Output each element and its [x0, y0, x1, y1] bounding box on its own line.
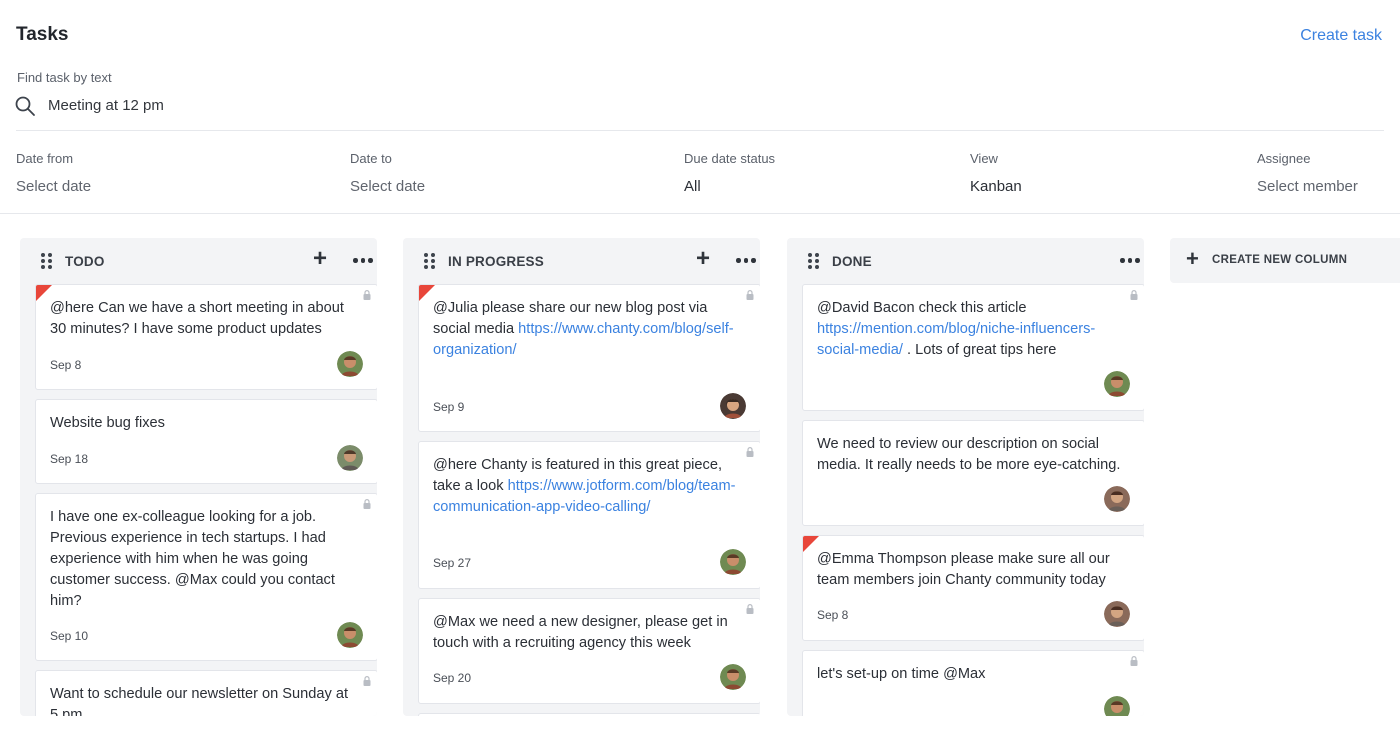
task-due-date: Sep 8 [817, 608, 849, 622]
assignee-avatar[interactable] [720, 664, 746, 690]
filter-view[interactable]: View Kanban [970, 151, 1022, 195]
more-options-icon[interactable] [1118, 250, 1142, 270]
task-text: Want to schedule our newsletter on Sunda… [50, 686, 348, 716]
task-text: @Emma Thompson please make sure all our … [817, 551, 1110, 588]
task-due-date: Sep 8 [50, 358, 82, 372]
due-date-status-select[interactable]: All [684, 178, 775, 195]
task-text: Website bug fixes [50, 415, 165, 431]
plus-icon: + [1186, 246, 1199, 271]
assignee-avatar[interactable] [720, 393, 746, 419]
filter-label: Assignee [1257, 151, 1311, 166]
kanban-board: TODO + @here Can we have a short meeting… [0, 214, 1400, 743]
column-in-progress: IN PROGRESS + @Julia please share our ne… [403, 238, 760, 716]
lock-icon [363, 676, 371, 686]
task-text: We need to review our description on soc… [817, 436, 1121, 473]
task-card[interactable]: let's set-up on time @Max [802, 650, 1144, 716]
task-text: @Julia please share our new blog post vi… [433, 300, 734, 358]
task-due-date: Sep 20 [433, 671, 472, 685]
more-options-icon[interactable] [351, 250, 375, 270]
lock-icon [363, 290, 371, 300]
task-card[interactable]: Want to schedule our newsletter on Sunda… [35, 670, 377, 716]
lock-icon [1130, 656, 1138, 666]
filter-label: Date to [350, 151, 392, 166]
add-task-button[interactable]: + [692, 247, 714, 271]
lock-icon [1130, 290, 1138, 300]
column-done: DONE @David Bacon check this article htt… [787, 238, 1144, 716]
assignee-avatar[interactable] [1104, 696, 1130, 716]
tasks-header: Tasks Create task Find task by text Meet… [0, 0, 1400, 214]
task-text: @here Chanty is featured in this great p… [433, 457, 736, 515]
column-header: IN PROGRESS + [403, 238, 760, 284]
filter-assignee[interactable]: Assignee Select member [1257, 151, 1358, 195]
create-new-column-label: CREATE NEW COLUMN [1212, 254, 1348, 266]
task-due-date: Sep 27 [433, 556, 472, 570]
task-card[interactable]: I have one ex-colleague looking for a jo… [35, 493, 377, 661]
search-label: Find task by text [17, 70, 112, 85]
lock-icon [363, 499, 371, 509]
task-card[interactable]: @here Chanty is featured in this great p… [418, 441, 760, 589]
task-card[interactable]: @here Can we have a short meeting in abo… [35, 284, 377, 390]
task-card[interactable]: @Max we need a new designer, please get … [418, 598, 760, 704]
task-text: let's set-up on time @Max [817, 666, 986, 682]
column-header: DONE [787, 238, 1144, 284]
add-task-button[interactable]: + [309, 247, 331, 271]
assignee-avatar[interactable] [337, 351, 363, 377]
filter-date-to[interactable]: Date to Select date [350, 151, 425, 195]
assignee-avatar[interactable] [1104, 371, 1130, 397]
filter-due-date-status[interactable]: Due date status All [684, 151, 775, 195]
task-due-date: Sep 10 [50, 629, 89, 643]
task-card[interactable]: @Julia please share our new blog post vi… [418, 284, 760, 432]
task-card[interactable]: We need to review our description on soc… [802, 420, 1144, 526]
assignee-select[interactable]: Select member [1257, 178, 1358, 195]
task-card[interactable] [418, 713, 760, 716]
column-header: TODO + [20, 238, 377, 284]
column-title: TODO [65, 254, 105, 269]
date-to-select[interactable]: Select date [350, 178, 425, 195]
assignee-avatar[interactable] [337, 445, 363, 471]
task-due-date: Sep 9 [433, 400, 465, 414]
filter-label: View [970, 151, 998, 166]
task-text: @Max we need a new designer, please get … [433, 614, 728, 651]
search-input[interactable]: Meeting at 12 pm [48, 97, 164, 114]
lock-icon [746, 290, 754, 300]
filter-date-from[interactable]: Date from Select date [16, 151, 91, 195]
date-from-select[interactable]: Select date [16, 178, 91, 195]
drag-handle-icon[interactable] [424, 253, 436, 269]
create-new-column-button[interactable]: + CREATE NEW COLUMN [1170, 238, 1400, 283]
assignee-avatar[interactable] [1104, 486, 1130, 512]
column-todo: TODO + @here Can we have a short meeting… [20, 238, 377, 716]
create-task-button[interactable]: Create task [1300, 27, 1382, 45]
task-card[interactable]: Website bug fixes Sep 18 [35, 399, 377, 484]
drag-handle-icon[interactable] [41, 253, 53, 269]
page-title: Tasks [16, 24, 69, 45]
lock-icon [746, 604, 754, 614]
task-card[interactable]: @David Bacon check this article https://… [802, 284, 1144, 411]
task-text: @David Bacon check this article https://… [817, 300, 1096, 358]
task-card[interactable]: @Emma Thompson please make sure all our … [802, 535, 1144, 641]
drag-handle-icon[interactable] [808, 253, 820, 269]
task-text: I have one ex-colleague looking for a jo… [50, 509, 335, 609]
header-divider [16, 130, 1384, 131]
view-select[interactable]: Kanban [970, 178, 1022, 195]
column-title: IN PROGRESS [448, 254, 544, 269]
column-title: DONE [832, 254, 872, 269]
assignee-avatar[interactable] [1104, 601, 1130, 627]
assignee-avatar[interactable] [337, 622, 363, 648]
assignee-avatar[interactable] [720, 549, 746, 575]
filter-label: Due date status [684, 151, 776, 166]
filter-label: Date from [16, 151, 74, 166]
search-icon [15, 96, 35, 116]
lock-icon [746, 447, 754, 457]
task-due-date: Sep 18 [50, 452, 89, 466]
task-text: @here Can we have a short meeting in abo… [50, 300, 344, 337]
more-options-icon[interactable] [734, 250, 758, 270]
